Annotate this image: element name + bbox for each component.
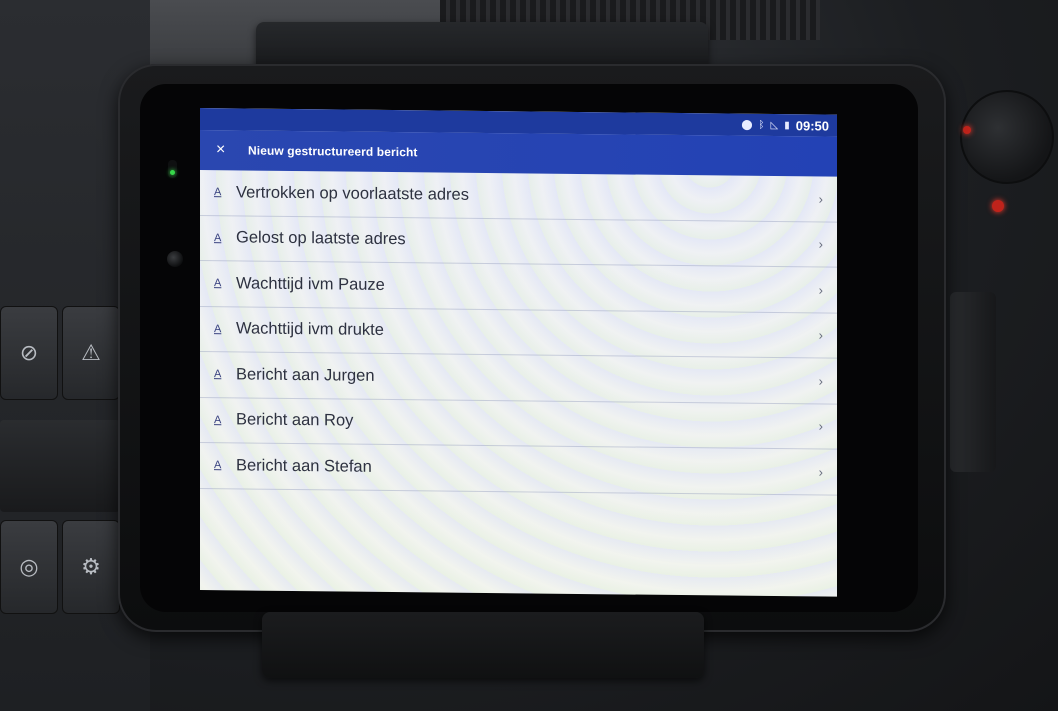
dashboard-red-led-small bbox=[963, 126, 971, 134]
dashboard-button-4: ⚙ bbox=[62, 520, 120, 614]
tablet-screen: ⬤ ᛒ ◺ ▮ 09:50 × Nieuw gestructureerd ber… bbox=[200, 108, 837, 597]
battery-icon: ▮ bbox=[784, 119, 790, 131]
dashboard-knob bbox=[960, 90, 1054, 184]
message-template-list: A Vertrokken op voorlaatste adres › A Ge… bbox=[200, 170, 837, 496]
chevron-right-icon: › bbox=[818, 373, 823, 389]
text-template-icon: A bbox=[214, 413, 222, 426]
tablet-status-led bbox=[168, 160, 177, 178]
list-item[interactable]: A Bericht aan Stefan › bbox=[200, 443, 837, 496]
dashboard-button-1: ⊘ bbox=[0, 306, 58, 400]
chevron-right-icon: › bbox=[818, 418, 823, 434]
app-bar: × Nieuw gestructureerd bericht bbox=[200, 130, 837, 177]
text-template-icon: A bbox=[214, 322, 222, 335]
list-item[interactable]: A Wachttijd ivm Pauze › bbox=[200, 261, 837, 314]
text-template-icon: A bbox=[214, 231, 222, 244]
signal-icon: ◺ bbox=[770, 119, 779, 131]
chevron-right-icon: › bbox=[818, 191, 823, 207]
location-icon: ⬤ bbox=[741, 119, 753, 131]
list-item-label: Wachttijd ivm Pauze bbox=[236, 274, 385, 294]
list-item-label: Gelost op laatste adres bbox=[236, 228, 406, 249]
text-template-icon: A bbox=[214, 277, 222, 290]
list-item[interactable]: A Vertrokken op voorlaatste adres › bbox=[200, 170, 837, 223]
list-item-label: Bericht aan Jurgen bbox=[236, 365, 375, 385]
chevron-right-icon: › bbox=[818, 327, 823, 343]
text-template-icon: A bbox=[214, 186, 222, 199]
list-item[interactable]: A Bericht aan Roy › bbox=[200, 397, 837, 450]
text-template-icon: A bbox=[214, 368, 222, 381]
chevron-right-icon: › bbox=[818, 464, 823, 480]
close-icon[interactable]: × bbox=[216, 141, 236, 159]
holder-right-clamp bbox=[950, 292, 996, 472]
holder-clip-left bbox=[0, 420, 120, 512]
list-item[interactable]: A Wachttijd ivm drukte › bbox=[200, 306, 837, 359]
list-item-label: Vertrokken op voorlaatste adres bbox=[236, 183, 469, 204]
tablet-camera bbox=[167, 251, 183, 267]
list-item-label: Bericht aan Roy bbox=[236, 410, 354, 430]
list-item[interactable]: A Gelost op laatste adres › bbox=[200, 215, 837, 268]
page-title: Nieuw gestructureerd bericht bbox=[248, 143, 418, 160]
bluetooth-icon: ᛒ bbox=[758, 119, 765, 131]
status-time: 09:50 bbox=[795, 117, 829, 134]
dashboard-red-led bbox=[992, 200, 1004, 212]
list-item-label: Wachttijd ivm drukte bbox=[236, 319, 384, 340]
list-item[interactable]: A Bericht aan Jurgen › bbox=[200, 352, 837, 405]
dashboard-button-3: ◎ bbox=[0, 520, 58, 614]
dashboard-button-2: ⚠ bbox=[62, 306, 120, 400]
text-template-icon: A bbox=[214, 459, 222, 472]
holder-bottom-clamp bbox=[262, 612, 704, 678]
list-item-label: Bericht aan Stefan bbox=[236, 456, 372, 476]
chevron-right-icon: › bbox=[818, 236, 823, 252]
chevron-right-icon: › bbox=[818, 282, 823, 298]
